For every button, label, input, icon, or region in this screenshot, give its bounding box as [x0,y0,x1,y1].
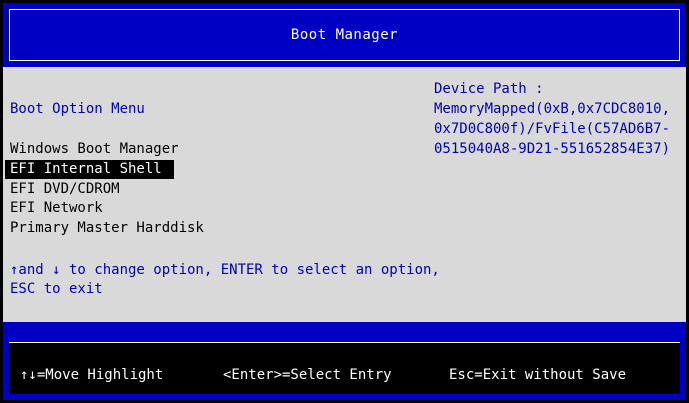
help-text: ↑and ↓ to change option, ENTER to select… [10,261,550,299]
help-line-2: ESC to exit [10,281,103,297]
device-path-value: MemoryMapped(0xB,0x7CDC8010,0x7D0C800f)/… [434,101,671,157]
menu-title: Boot Option Menu [10,101,145,117]
select-entry-hint: <Enter>=Select Entry [223,367,392,383]
boot-option-windows-boot-manager[interactable]: Windows Boot Manager [10,140,191,159]
device-path-panel: Device Path : MemoryMapped(0xB,0x7CDC801… [434,79,674,159]
boot-option-efi-dvd-cdrom[interactable]: EFI DVD/CDROM [10,180,132,199]
header-band: Boot Manager [3,3,686,67]
exit-hint: Esc=Exit without Save [449,367,627,383]
help-line-1: ↑and ↓ to change option, ENTER to select… [10,262,440,278]
content-panel: Boot Option Menu Windows Boot Manager EF… [3,67,686,322]
boot-option-efi-internal-shell[interactable]: EFI Internal Shell [5,160,174,179]
bios-screen: Boot Manager Boot Option Menu Windows Bo… [3,3,686,400]
footer-band: ↑↓=Move Highlight <Enter>=Select Entry E… [3,322,686,400]
device-path-label: Device Path : [434,81,544,97]
boot-option-efi-network[interactable]: EFI Network [10,199,115,218]
header-title-box: Boot Manager [9,9,680,61]
page-title: Boot Manager [290,27,399,43]
footer-hint-bar: ↑↓=Move Highlight <Enter>=Select Entry E… [9,342,680,394]
boot-option-primary-master-harddisk[interactable]: Primary Master Harddisk [10,219,216,238]
move-highlight-hint: ↑↓=Move Highlight [20,367,164,383]
